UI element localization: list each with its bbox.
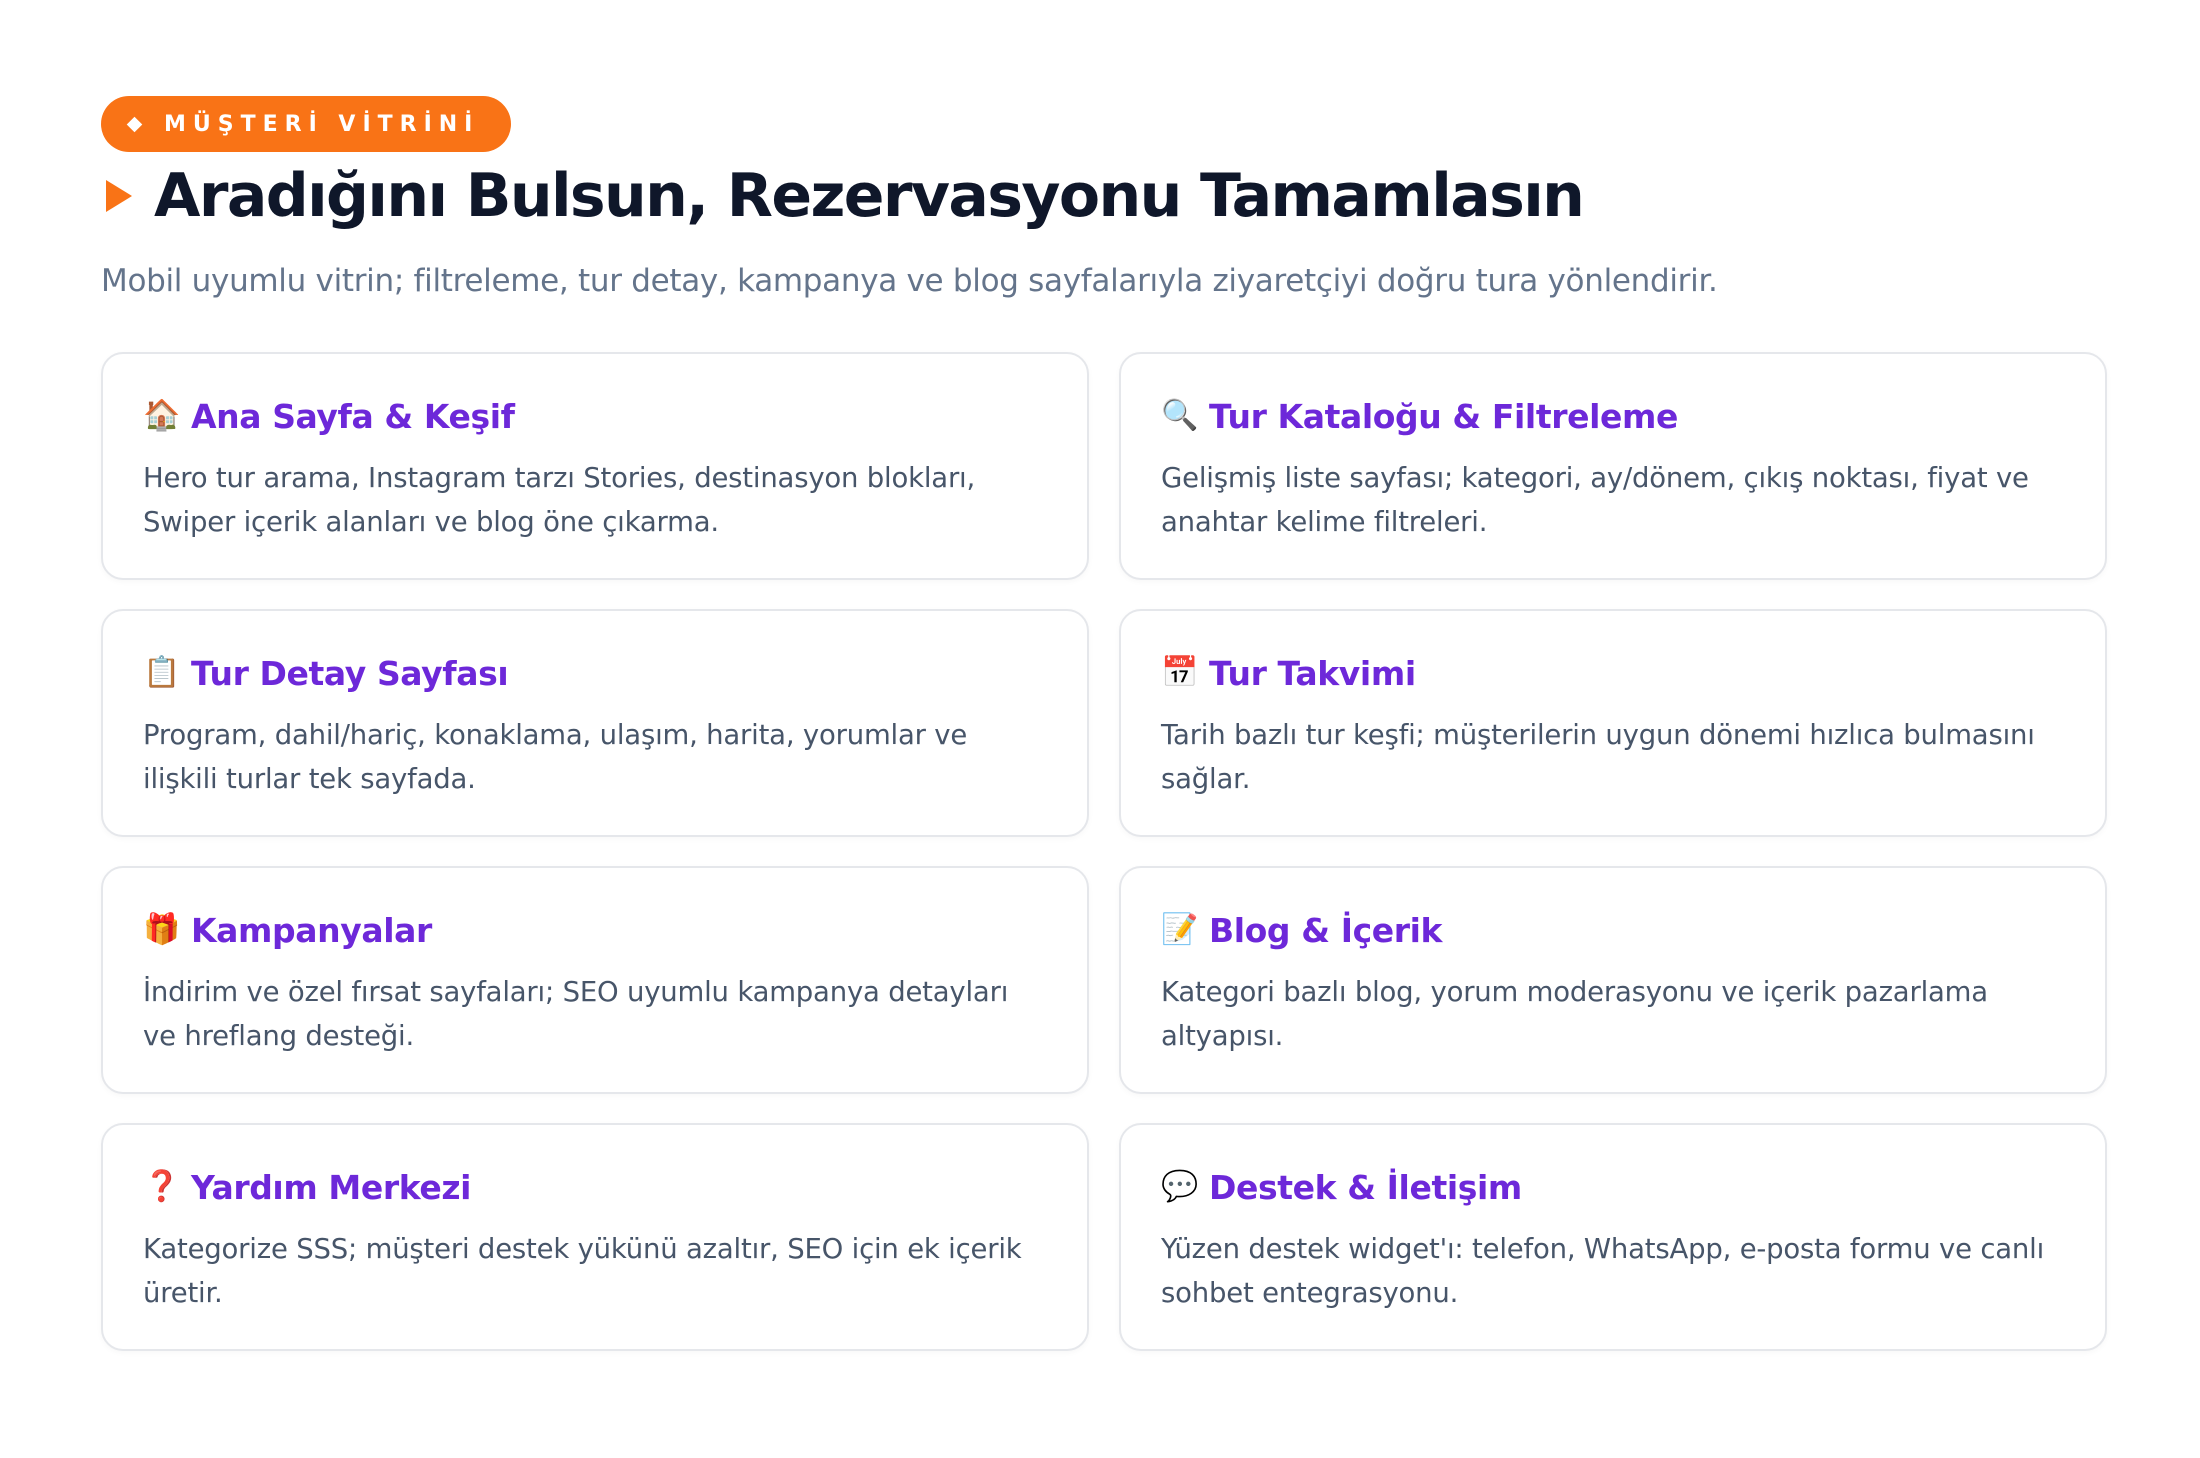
magnifier-icon: 🔍 bbox=[1161, 398, 1199, 433]
feature-card-title: Kampanyalar bbox=[191, 910, 432, 950]
feature-card-title: Yardım Merkezi bbox=[191, 1167, 472, 1207]
feature-card-description: Program, dahil/hariç, konaklama, ulaşım,… bbox=[143, 719, 968, 795]
feature-card-support: 💬 Destek & İletişim Yüzen destek widget'… bbox=[1119, 1123, 2107, 1351]
feature-card-description: İndirim ve özel fırsat sayfaları; SEO uy… bbox=[143, 976, 1009, 1052]
speech-bubble-icon: 💬 bbox=[1161, 1169, 1199, 1204]
gift-icon: 🎁 bbox=[143, 912, 181, 947]
feature-card-title: Tur Kataloğu & Filtreleme bbox=[1209, 396, 1678, 436]
page-subtitle: Mobil uyumlu vitrin; filtreleme, tur det… bbox=[101, 263, 1718, 299]
feature-card-title: Destek & İletişim bbox=[1209, 1167, 1522, 1207]
feature-card-catalog: 🔍 Tur Kataloğu & Filtreleme Gelişmiş lis… bbox=[1119, 352, 2107, 580]
badge-label: MÜŞTERİ VİTRİNİ bbox=[164, 111, 480, 137]
question-mark-icon: ❓ bbox=[143, 1169, 181, 1204]
page-title: Aradığını Bulsun, Rezervasyonu Tamamlası… bbox=[154, 161, 1585, 231]
feature-card-description: Yüzen destek widget'ı: telefon, WhatsApp… bbox=[1161, 1233, 2045, 1309]
feature-card-description: Gelişmiş liste sayfası; kategori, ay/dön… bbox=[1161, 462, 2029, 538]
feature-card-home: 🏠 Ana Sayfa & Keşif Hero tur arama, Inst… bbox=[101, 352, 1089, 580]
feature-card-description: Tarih bazlı tur keşfi; müşterilerin uygu… bbox=[1161, 719, 2035, 795]
feature-card-help-center: ❓ Yardım Merkezi Kategorize SSS; müşteri… bbox=[101, 1123, 1089, 1351]
feature-card-description: Kategorize SSS; müşteri destek yükünü az… bbox=[143, 1233, 1022, 1309]
feature-card-tour-detail: 📋 Tur Detay Sayfası Program, dahil/hariç… bbox=[101, 609, 1089, 837]
feature-card-description: Hero tur arama, Instagram tarzı Stories,… bbox=[143, 462, 976, 538]
feature-card-description: Kategori bazlı blog, yorum moderasyonu v… bbox=[1161, 976, 1988, 1052]
feature-card-title: Blog & İçerik bbox=[1209, 910, 1443, 950]
feature-grid: 🏠 Ana Sayfa & Keşif Hero tur arama, Inst… bbox=[101, 352, 2107, 1351]
feature-card-calendar: 📅 Tur Takvimi Tarih bazlı tur keşfi; müş… bbox=[1119, 609, 2107, 837]
clipboard-icon: 📋 bbox=[143, 655, 181, 690]
diamond-icon bbox=[126, 116, 143, 132]
play-arrow-icon bbox=[106, 180, 132, 212]
feature-card-title: Ana Sayfa & Keşif bbox=[191, 396, 515, 436]
house-icon: 🏠 bbox=[143, 398, 181, 433]
calendar-icon: 📅 bbox=[1161, 655, 1199, 690]
memo-icon: 📝 bbox=[1161, 912, 1199, 947]
section-badge: MÜŞTERİ VİTRİNİ bbox=[101, 96, 512, 152]
feature-card-title: Tur Takvimi bbox=[1209, 653, 1416, 693]
feature-card-campaigns: 🎁 Kampanyalar İndirim ve özel fırsat say… bbox=[101, 866, 1089, 1094]
feature-card-title: Tur Detay Sayfası bbox=[191, 653, 509, 693]
page-title-row: Aradığını Bulsun, Rezervasyonu Tamamlası… bbox=[106, 161, 1585, 231]
feature-card-blog: 📝 Blog & İçerik Kategori bazlı blog, yor… bbox=[1119, 866, 2107, 1094]
